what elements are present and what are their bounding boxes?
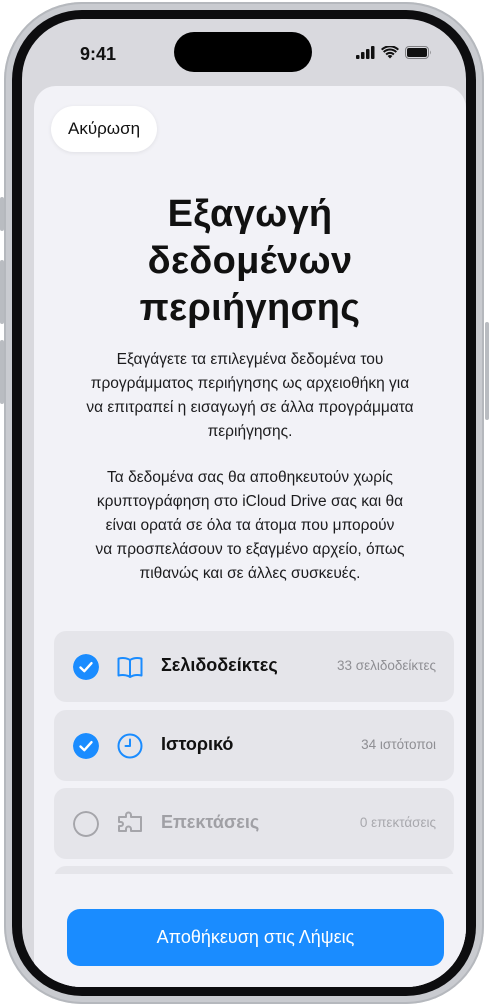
status-icons	[356, 46, 432, 59]
title-line: δεδομένων	[147, 240, 353, 282]
list-item-bookmarks[interactable]: Σελιδοδείκτες 33 σελιδοδείκτες	[54, 631, 454, 702]
item-count: 34 ιστότοποι	[361, 737, 436, 752]
screen: 9:41 Ακύρωση Εξαγωγή δεδομένων περιήγηση…	[22, 19, 466, 987]
clock-icon	[117, 733, 143, 759]
wifi-icon	[381, 46, 399, 59]
cancel-button[interactable]: Ακύρωση	[51, 106, 158, 152]
battery-icon	[405, 46, 431, 59]
warning-line: πιθανώς και σε άλλες συσκευές.	[139, 565, 361, 582]
save-to-downloads-button[interactable]: Αποθήκευση στις Λήψεις	[67, 909, 444, 966]
checkmark-circle-icon[interactable]	[73, 654, 99, 680]
empty-circle-icon[interactable]	[73, 811, 99, 837]
item-label: Ιστορικό	[161, 734, 234, 754]
description-text: Εξαγάγετε τα επιλεγμένα δεδομένα του προ…	[64, 348, 436, 444]
dynamic-island	[174, 32, 312, 72]
item-count: 0 επεκτάσεις	[359, 815, 436, 830]
cellular-signal-icon	[356, 46, 375, 59]
action-button	[0, 197, 4, 231]
book-icon	[117, 657, 143, 678]
volume-up-button	[0, 260, 4, 324]
description-line: προγράμματος περιήγησης ως αρχειοθήκη γι…	[90, 375, 410, 392]
warning-line: Τα δεδομένα σας θα αποθηκευτούν χωρίς	[107, 469, 393, 486]
description-line: να επιτραπεί η εισαγωγή σε άλλα προγράμμ…	[86, 399, 414, 416]
description-line: περιήγησης.	[207, 423, 293, 440]
checkmark-circle-icon[interactable]	[73, 733, 99, 759]
page-title: Εξαγωγή δεδομένων περιήγησης	[34, 191, 466, 332]
status-time: 9:41	[80, 44, 117, 64]
extension-puzzle-icon	[118, 811, 142, 832]
warning-text: Τα δεδομένα σας θα αποθηκευτούν χωρίς κρ…	[64, 466, 436, 586]
power-button	[485, 322, 489, 420]
warning-line: να προσπελάσουν το εξαγμένο αρχείο, όπως	[95, 541, 405, 558]
warning-line: είναι ορατά σε όλα τα άτομα που μπορούν	[105, 517, 395, 534]
item-label: Επεκτάσεις	[161, 812, 260, 832]
item-label: Σελιδοδείκτες	[161, 655, 278, 675]
volume-down-button	[0, 340, 4, 404]
item-count: 33 σελιδοδείκτες	[336, 658, 436, 673]
title-line: περιήγησης	[139, 287, 361, 329]
description-line: Εξαγάγετε τα επιλεγμένα δεδομένα του	[116, 351, 384, 368]
list-item-extensions[interactable]: Επεκτάσεις 0 επεκτάσεις	[54, 788, 454, 859]
warning-line: κρυπτογράφηση στο iCloud Drive σας και θ…	[96, 493, 404, 510]
status-bar: 9:41	[22, 19, 466, 79]
list-item-history[interactable]: Ιστορικό 34 ιστότοποι	[54, 710, 454, 781]
title-line: Εξαγωγή	[167, 193, 333, 235]
export-sheet: Ακύρωση Εξαγωγή δεδομένων περιήγησης Εξα…	[34, 86, 466, 987]
